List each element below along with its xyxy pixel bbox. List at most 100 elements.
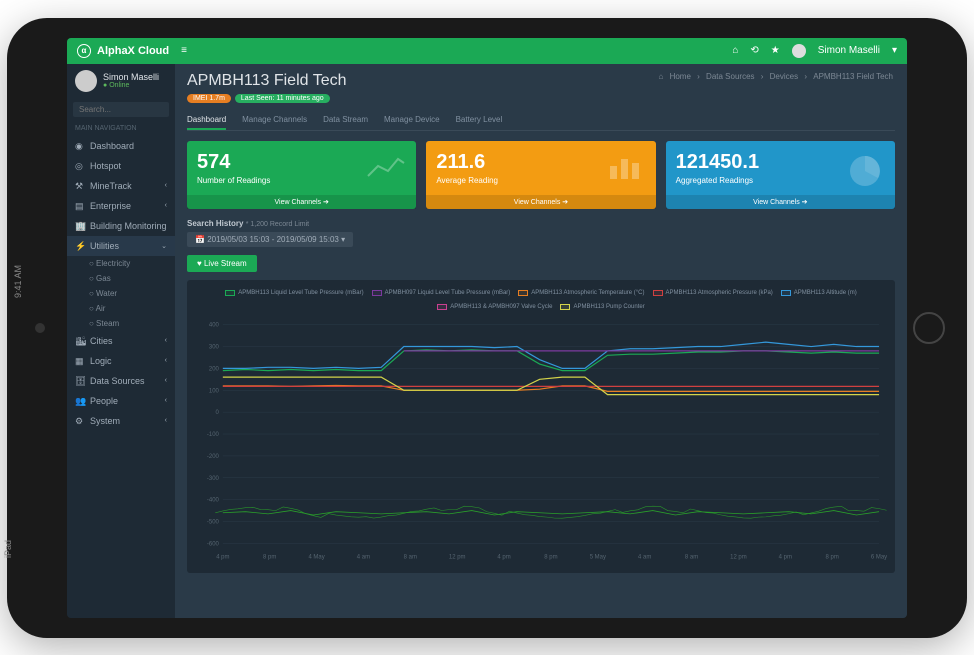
svg-text:4 am: 4 am — [638, 554, 651, 560]
tablet-home-button[interactable] — [913, 312, 945, 344]
svg-text:12 pm: 12 pm — [449, 554, 466, 560]
legend-item[interactable]: APMBH097 Liquid Level Tube Pressure (mBa… — [372, 290, 511, 296]
stat-card-number-of-readings: 574Number of ReadingsView Channels ➔ — [187, 141, 416, 209]
sidebar-item-system[interactable]: ⚙System‹ — [67, 411, 175, 431]
sidebar-sub-steam[interactable]: ○ Steam — [67, 316, 175, 331]
sidebar-item-data-sources[interactable]: 🗄Data Sources‹ — [67, 371, 175, 391]
avatar-icon[interactable] — [792, 44, 806, 58]
card-footer-link[interactable]: View Channels ➔ — [187, 195, 416, 209]
svg-text:6 May: 6 May — [871, 554, 887, 560]
breadcrumb-item[interactable]: Home — [670, 72, 691, 81]
sidebar: Simon Maselli ● Online 🔍 MAIN NAVIGATION… — [67, 64, 175, 618]
people-icon: 👥 — [75, 396, 84, 405]
svg-text:-100: -100 — [207, 432, 220, 438]
logic-icon: ▦ — [75, 356, 84, 365]
legend-item[interactable]: APMBH113 & APMBH097 Valve Cycle — [437, 304, 552, 310]
date-range-picker[interactable]: 📅 2019/05/03 15:03 - 2019/05/09 15:03 ▾ — [187, 232, 353, 247]
search-input[interactable] — [79, 105, 189, 114]
legend-swatch — [437, 304, 447, 310]
tab-battery-level[interactable]: Battery Level — [456, 111, 503, 130]
svg-text:4 pm: 4 pm — [497, 554, 510, 560]
svg-text:-600: -600 — [207, 541, 220, 547]
app-logo[interactable]: α AlphaX Cloud — [77, 44, 169, 58]
legend-item[interactable]: APMBH113 Atmospheric Pressure (kPa) — [653, 290, 773, 296]
series-Noise — [223, 510, 879, 514]
svg-text:4 pm: 4 pm — [779, 554, 792, 560]
tab-data-stream[interactable]: Data Stream — [323, 111, 368, 130]
sidebar-item-minetrack[interactable]: ⚒MineTrack‹ — [67, 176, 175, 196]
breadcrumb-item[interactable]: APMBH113 Field Tech — [813, 72, 893, 81]
user-avatar[interactable] — [75, 70, 97, 92]
sidebar-item-dashboard[interactable]: ◉Dashboard — [67, 136, 175, 156]
svg-text:100: 100 — [209, 388, 220, 394]
sidebar-user-name: Simon Maselli — [103, 72, 159, 82]
svg-text:400: 400 — [209, 322, 220, 328]
chevron-down-icon: ▾ — [341, 235, 345, 244]
svg-text:4 May: 4 May — [308, 554, 324, 560]
legend-swatch — [225, 290, 235, 296]
svg-text:8 am: 8 am — [404, 554, 417, 560]
sidebar-sub-gas[interactable]: ○ Gas — [67, 271, 175, 286]
app-header: α AlphaX Cloud ≡ ⌂ ⟲ ★ Simon Maselli ▾ — [67, 38, 907, 64]
search-history-label: Search History — [187, 219, 243, 228]
header-user-name[interactable]: Simon Maselli — [818, 45, 880, 56]
star-icon[interactable]: ★ — [771, 45, 780, 56]
svg-text:4 pm: 4 pm — [216, 554, 229, 560]
hotspot-icon: ◎ — [75, 161, 84, 170]
tab-manage-channels[interactable]: Manage Channels — [242, 111, 307, 130]
legend-item[interactable]: APMBH113 Atmospheric Temperature (°C) — [518, 290, 644, 296]
chevron-icon: ‹ — [165, 337, 167, 344]
sidebar-sub-electricity[interactable]: ○ Electricity — [67, 256, 175, 271]
tab-dashboard[interactable]: Dashboard — [187, 111, 226, 130]
utilities-icon: ⚡ — [75, 241, 84, 250]
sidebar-item-hotspot[interactable]: ◎Hotspot — [67, 156, 175, 176]
sidebar-item-building-monitoring[interactable]: 🏢Building Monitoring — [67, 216, 175, 236]
svg-text:4 am: 4 am — [357, 554, 370, 560]
sidebar-item-people[interactable]: 👥People‹ — [67, 391, 175, 411]
svg-text:200: 200 — [209, 366, 220, 372]
legend-item[interactable]: APMBH113 Liquid Level Tube Pressure (mBa… — [225, 290, 363, 296]
svg-text:8 am: 8 am — [685, 554, 698, 560]
stat-card-aggregated-readings: 121450.1Aggregated ReadingsView Channels… — [666, 141, 895, 209]
tab-manage-device[interactable]: Manage Device — [384, 111, 440, 130]
series-Altitude — [223, 342, 879, 368]
chart-area: APMBH113 Liquid Level Tube Pressure (mBa… — [187, 280, 895, 573]
legend-item[interactable]: APMBH113 Pump Counter — [560, 304, 644, 310]
svg-text:8 pm: 8 pm — [263, 554, 276, 560]
nav-header: MAIN NAVIGATION — [67, 121, 175, 136]
chevron-icon: ‹ — [165, 397, 167, 404]
sidebar-sub-water[interactable]: ○ Water — [67, 286, 175, 301]
svg-text:-200: -200 — [207, 453, 220, 459]
device-label: iPad — [3, 539, 13, 557]
chevron-icon: ‹ — [165, 377, 167, 384]
live-stream-button[interactable]: ♥ Live Stream — [187, 255, 257, 272]
sidebar-item-enterprise[interactable]: ▤Enterprise‹ — [67, 196, 175, 216]
sidebar-sub-air[interactable]: ○ Air — [67, 301, 175, 316]
svg-text:-500: -500 — [207, 519, 220, 525]
svg-text:5 May: 5 May — [590, 554, 606, 560]
refresh-icon[interactable]: ⟲ — [750, 45, 758, 56]
breadcrumb[interactable]: ⌂ Home › Data Sources › Devices › APMBH1… — [656, 72, 895, 81]
sidebar-item-logic[interactable]: ▦Logic‹ — [67, 351, 175, 371]
cities-icon: 🏙 — [75, 336, 84, 345]
stat-card-average-reading: 211.6Average ReadingView Channels ➔ — [426, 141, 655, 209]
status-badge: IMEI 1.7m — [187, 94, 231, 103]
sidebar-item-cities[interactable]: 🏙Cities‹ — [67, 331, 175, 351]
sidebar-user-status: ● Online — [103, 82, 159, 89]
time-series-chart[interactable]: 4003002001000-100-200-300-400-500-6004 p… — [193, 314, 889, 564]
system-icon: ⚙ — [75, 416, 84, 425]
minetrack-icon: ⚒ — [75, 181, 84, 190]
breadcrumb-item[interactable]: Data Sources — [706, 72, 754, 81]
breadcrumb-item[interactable]: Devices — [770, 72, 798, 81]
card-footer-link[interactable]: View Channels ➔ — [666, 195, 895, 209]
sidebar-item-utilities[interactable]: ⚡Utilities⌄ — [67, 236, 175, 256]
chevron-down-icon[interactable]: ▾ — [892, 45, 897, 56]
menu-toggle-icon[interactable]: ≡ — [181, 45, 187, 56]
legend-swatch — [372, 290, 382, 296]
legend-swatch — [781, 290, 791, 296]
card-footer-link[interactable]: View Channels ➔ — [426, 195, 655, 209]
legend-item[interactable]: APMBH113 Altitude (m) — [781, 290, 857, 296]
enterprise-icon: ▤ — [75, 201, 84, 210]
home-icon[interactable]: ⌂ — [732, 45, 738, 56]
sidebar-search[interactable]: 🔍 — [73, 102, 169, 117]
